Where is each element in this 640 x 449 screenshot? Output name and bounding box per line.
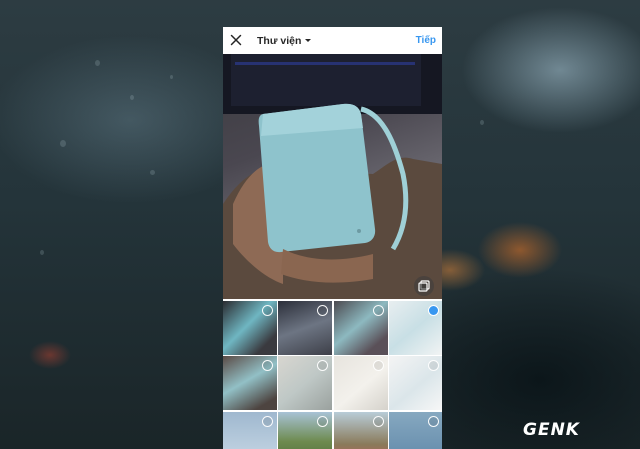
select-circle[interactable]	[427, 305, 439, 316]
multi-select-button[interactable]	[414, 276, 434, 296]
raindrop	[480, 120, 484, 125]
select-circle[interactable]	[372, 305, 384, 316]
multi-select-icon	[418, 280, 430, 292]
select-circle[interactable]	[262, 305, 273, 316]
gallery-thumbnail[interactable]	[333, 411, 388, 449]
gallery-thumbnail[interactable]	[278, 356, 333, 411]
select-circle[interactable]	[262, 360, 273, 372]
raindrop	[150, 170, 155, 175]
watermark-logo: GENK	[523, 420, 580, 440]
select-circle[interactable]	[317, 305, 329, 316]
caret-down-icon	[305, 39, 312, 42]
raindrop	[95, 60, 100, 66]
gallery-thumbnail[interactable]	[333, 356, 388, 411]
select-circle[interactable]	[262, 415, 273, 427]
page-title: Thư viện	[257, 34, 302, 47]
select-circle[interactable]	[427, 360, 439, 372]
select-circle[interactable]	[317, 360, 329, 372]
select-circle[interactable]	[427, 415, 439, 427]
select-circle[interactable]	[372, 360, 384, 372]
gallery-thumbnail[interactable]	[278, 301, 333, 355]
select-circle[interactable]	[317, 415, 329, 427]
next-button[interactable]: Tiếp	[416, 27, 436, 54]
gallery-thumbnail[interactable]	[223, 411, 277, 449]
gallery-thumbnail[interactable]	[388, 411, 442, 449]
select-circle[interactable]	[372, 415, 384, 427]
gallery-thumbnail[interactable]	[388, 301, 442, 355]
phone-screen: Thư viện Tiếp	[223, 27, 442, 449]
raindrop	[130, 95, 134, 100]
gallery-thumbnail[interactable]	[388, 356, 442, 411]
gallery-grid	[223, 301, 442, 449]
photo-preview[interactable]	[223, 54, 442, 299]
gallery-thumbnail[interactable]	[223, 301, 277, 355]
gallery-thumbnail[interactable]	[333, 301, 388, 355]
raindrop	[60, 140, 66, 147]
close-icon[interactable]	[230, 34, 242, 46]
top-bar: Thư viện Tiếp	[223, 27, 442, 54]
raindrop	[40, 250, 44, 255]
raindrop	[170, 75, 173, 79]
library-dropdown[interactable]: Thư viện	[257, 27, 312, 54]
gallery-thumbnail[interactable]	[278, 411, 333, 449]
preview-image	[223, 54, 442, 299]
gallery-thumbnail[interactable]	[223, 356, 277, 411]
